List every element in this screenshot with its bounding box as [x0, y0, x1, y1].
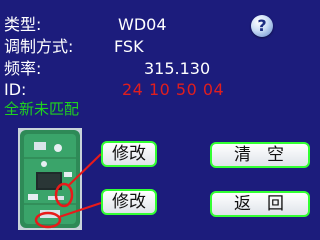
help-icon: ?: [257, 16, 267, 35]
back-button[interactable]: 返回: [210, 191, 310, 217]
modulation-value: FSK: [114, 37, 144, 56]
id-label: ID:: [4, 80, 27, 99]
type-value: WD04: [118, 15, 167, 34]
modulation-row: 调制方式: FSK: [4, 37, 144, 56]
id-value: 24 10 50 04: [122, 80, 225, 99]
help-button[interactable]: ?: [251, 15, 273, 37]
circuit-board-image: [18, 128, 82, 230]
key-info-screen: 类型: WD04 调制方式: FSK 频率: 315.130 ID: 24 10…: [0, 0, 320, 240]
frequency-row: 频率: 315.130: [4, 59, 210, 78]
type-label: 类型:: [4, 15, 42, 34]
clear-button[interactable]: 清空: [210, 142, 310, 168]
pairing-status: 全新未匹配: [4, 100, 80, 118]
edit-button-1[interactable]: 修改: [101, 141, 157, 167]
id-row: ID: 24 10 50 04: [4, 80, 224, 99]
type-row: 类型: WD04: [4, 15, 167, 34]
modulation-label: 调制方式:: [4, 37, 74, 56]
edit-button-2[interactable]: 修改: [101, 189, 157, 215]
frequency-value: 315.130: [144, 59, 211, 78]
frequency-label: 频率:: [4, 59, 42, 78]
